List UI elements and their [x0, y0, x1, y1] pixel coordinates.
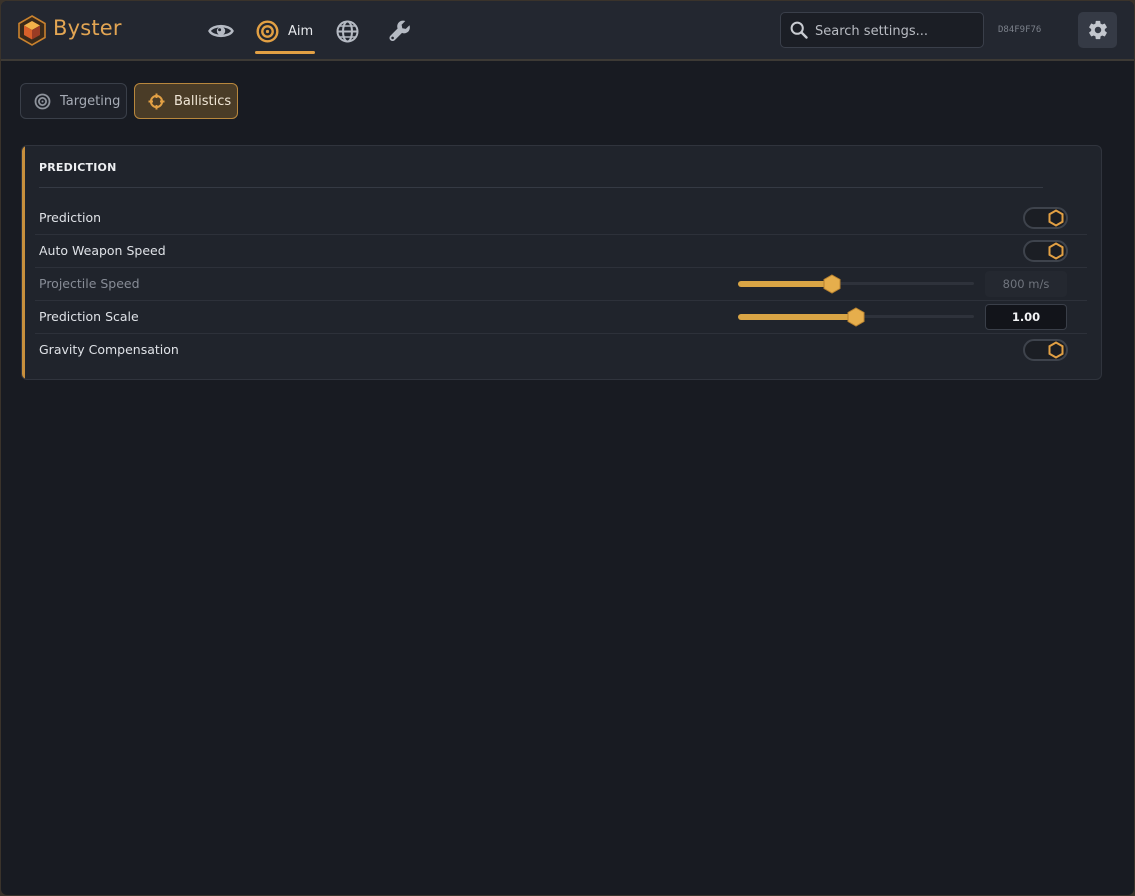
- hexagon-knob-icon: [1048, 341, 1064, 359]
- subtab-ballistics-label: Ballistics: [174, 94, 232, 109]
- active-tab-indicator: [255, 51, 315, 54]
- setting-row-auto-weapon-speed: Auto Weapon Speed: [35, 235, 1087, 268]
- subtab-targeting-label: Targeting: [60, 94, 121, 109]
- nav-aim-tab[interactable]: Aim: [255, 15, 315, 55]
- settings-button[interactable]: [1078, 12, 1117, 48]
- search-icon: [790, 21, 808, 39]
- setting-row-projectile-speed: Projectile Speed 800 m/s: [35, 268, 1087, 301]
- projectile-speed-value: 800 m/s: [985, 271, 1067, 297]
- auto-weapon-speed-toggle[interactable]: [1023, 240, 1068, 262]
- nav-tools-button[interactable]: [387, 18, 413, 44]
- prediction-toggle[interactable]: [1023, 207, 1068, 229]
- prediction-scale-input[interactable]: 1.00: [985, 304, 1067, 330]
- subtab-targeting[interactable]: Targeting: [20, 83, 127, 119]
- nav-world-button[interactable]: [334, 18, 360, 44]
- setting-row-gravity-compensation: Gravity Compensation: [35, 334, 1087, 366]
- projectile-speed-slider[interactable]: [738, 274, 974, 294]
- target-icon: [34, 93, 51, 110]
- crosshair-icon: [148, 93, 165, 110]
- nav-visuals-button[interactable]: [208, 18, 234, 44]
- gear-icon: [1088, 20, 1107, 40]
- slider-fill: [738, 314, 856, 320]
- eye-icon: [208, 24, 234, 38]
- setting-label: Prediction Scale: [39, 309, 139, 324]
- subtab-ballistics[interactable]: Ballistics: [134, 83, 238, 119]
- slider-fill: [738, 281, 832, 287]
- panel-title: PREDICTION: [39, 161, 117, 174]
- search-box[interactable]: [780, 12, 984, 49]
- gravity-compensation-toggle[interactable]: [1023, 339, 1068, 361]
- hexagon-knob-icon: [1048, 209, 1064, 227]
- setting-label: Projectile Speed: [39, 276, 140, 291]
- panel-divider: [39, 187, 1043, 188]
- search-input[interactable]: [813, 13, 983, 49]
- nav-aim-label: Aim: [288, 24, 314, 39]
- target-icon: [256, 20, 279, 43]
- prediction-scale-slider[interactable]: [738, 307, 974, 327]
- setting-label: Gravity Compensation: [39, 342, 179, 357]
- prediction-panel: PREDICTION Prediction Auto Weapon Speed …: [21, 145, 1102, 380]
- hexagon-thumb-icon[interactable]: [847, 307, 865, 327]
- wrench-icon: [389, 20, 410, 41]
- byster-logo-icon: [18, 15, 46, 46]
- globe-icon: [336, 20, 358, 42]
- app-window: Byster Aim Search settings... D84F9F76 T…: [1, 1, 1134, 895]
- setting-row-prediction: Prediction: [35, 202, 1087, 235]
- setting-row-prediction-scale: Prediction Scale 1.00: [35, 301, 1087, 334]
- hexagon-thumb-icon[interactable]: [823, 274, 841, 294]
- hwid-label: D84F9F76: [998, 25, 1042, 35]
- setting-label: Prediction: [39, 210, 102, 225]
- setting-label: Auto Weapon Speed: [39, 243, 166, 258]
- panel-accent-bar: [22, 146, 25, 379]
- brand-name: Byster: [53, 16, 122, 40]
- top-bar: Byster Aim Search settings... D84F9F76: [1, 1, 1134, 61]
- hexagon-knob-icon: [1048, 242, 1064, 260]
